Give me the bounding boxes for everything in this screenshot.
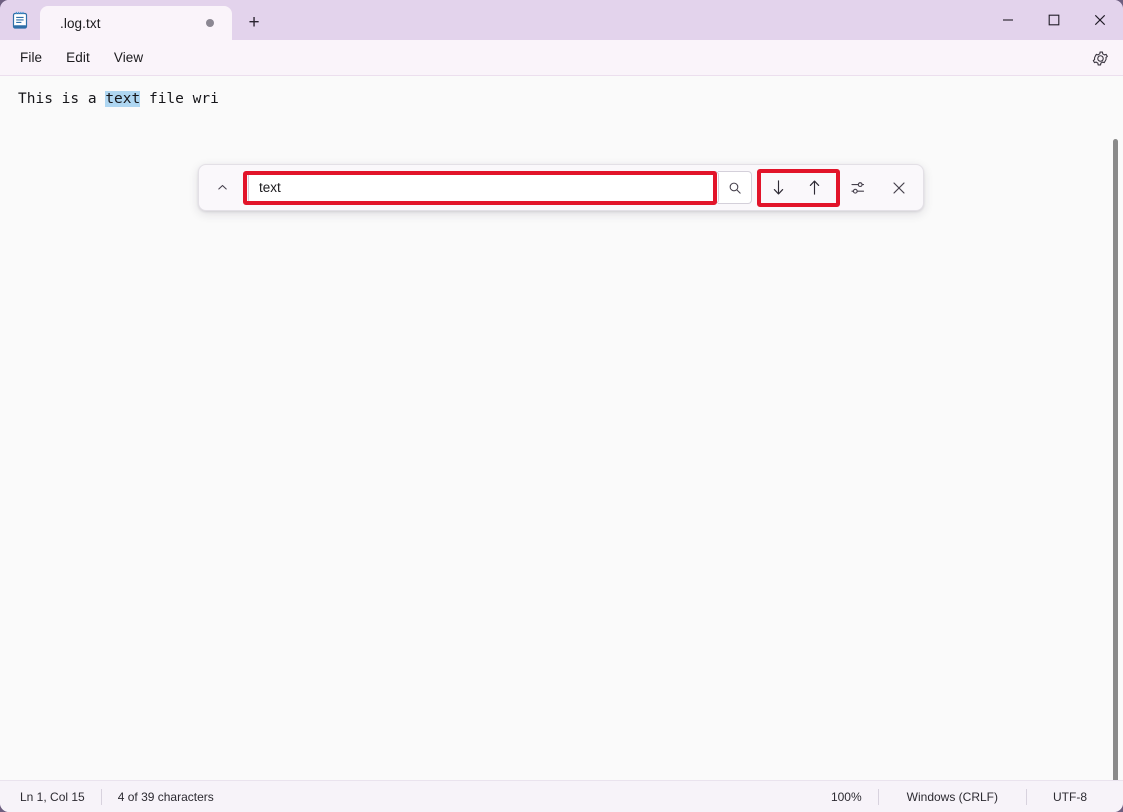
status-encoding[interactable]: UTF-8 xyxy=(1027,790,1115,804)
find-bar xyxy=(198,164,924,211)
arrow-up-icon[interactable] xyxy=(796,171,832,205)
editor-text-after: file wri xyxy=(140,91,219,107)
find-nav-group xyxy=(760,171,832,205)
maximize-button[interactable] xyxy=(1031,0,1077,40)
title-bar: .log.txt + xyxy=(0,0,1123,40)
menu-item-edit[interactable]: Edit xyxy=(54,45,102,70)
minimize-button[interactable] xyxy=(985,0,1031,40)
status-bar-left: Ln 1, Col 15 4 of 39 characters xyxy=(14,788,230,805)
editor-text-line: This is a text file wri xyxy=(18,88,219,110)
tab-modified-dot xyxy=(206,19,214,27)
arrow-down-icon[interactable] xyxy=(760,171,796,205)
editor-text-before: This is a xyxy=(18,91,106,107)
notepad-window: .log.txt + File Edit View This is a text… xyxy=(0,0,1123,812)
editor-text-match: text xyxy=(105,91,141,107)
status-cursor-position[interactable]: Ln 1, Col 15 xyxy=(14,790,101,804)
editor-scrollbar[interactable] xyxy=(1108,76,1123,780)
gear-icon[interactable] xyxy=(1085,43,1115,73)
chevron-up-icon[interactable] xyxy=(205,171,239,205)
tab-log-txt[interactable]: .log.txt xyxy=(40,6,232,40)
close-button[interactable] xyxy=(1077,0,1123,40)
status-bar-right: 100% Windows (CRLF) UTF-8 xyxy=(815,788,1115,805)
tab-title: .log.txt xyxy=(60,15,101,31)
status-line-ending[interactable]: Windows (CRLF) xyxy=(879,790,1026,804)
editor-scrollbar-thumb[interactable] xyxy=(1113,139,1118,780)
status-character-count[interactable]: 4 of 39 characters xyxy=(102,790,230,804)
status-bar: Ln 1, Col 15 4 of 39 characters 100% Win… xyxy=(0,780,1123,812)
status-zoom-level[interactable]: 100% xyxy=(815,790,878,804)
window-controls xyxy=(985,0,1123,40)
menu-item-file[interactable]: File xyxy=(8,45,54,70)
menu-bar: File Edit View xyxy=(0,40,1123,76)
search-icon[interactable] xyxy=(718,171,752,204)
search-input[interactable] xyxy=(248,171,719,204)
find-input-wrap xyxy=(248,171,719,204)
menu-item-view[interactable]: View xyxy=(102,45,155,70)
tab-strip: .log.txt + xyxy=(40,0,276,40)
close-icon[interactable] xyxy=(881,171,917,205)
new-tab-button[interactable]: + xyxy=(232,6,276,40)
editor-area[interactable]: This is a text file wri xyxy=(0,76,1123,780)
sliders-icon[interactable] xyxy=(840,171,876,205)
notepad-icon xyxy=(0,0,40,40)
